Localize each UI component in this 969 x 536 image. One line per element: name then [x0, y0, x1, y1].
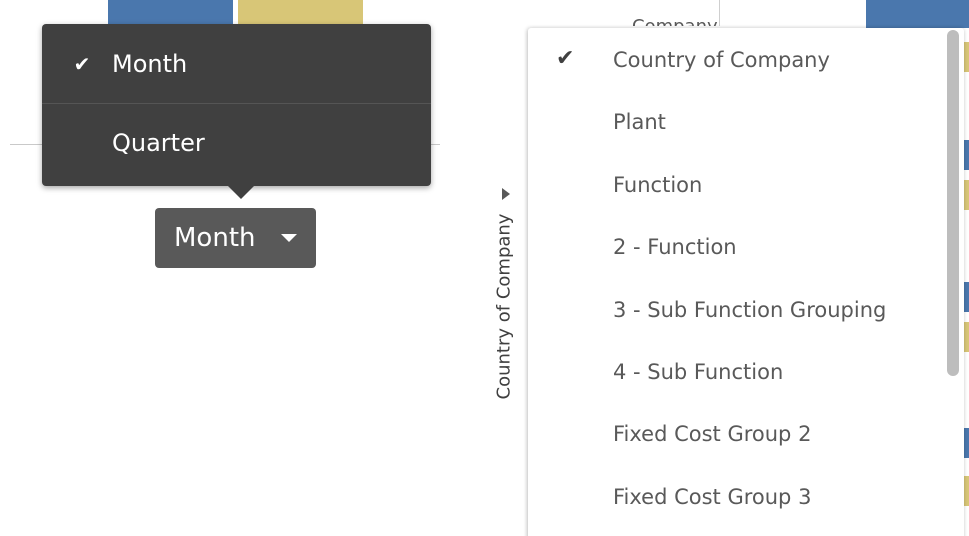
field-option-fixed-cost-group-3[interactable]: Fixed Cost Group 3 [528, 465, 964, 527]
check-icon: ✔ [73, 51, 91, 76]
column-header-partial: Company [632, 14, 718, 26]
chart-bar [866, 0, 969, 28]
dimension-axis-label[interactable]: Country of Company [494, 197, 515, 417]
app-canvas: Company ✔ Month Quarter Month Country of… [0, 0, 969, 536]
field-option-2-function[interactable]: 2 - Function [528, 215, 964, 277]
field-option-4-sub-function[interactable]: 4 - Sub Function [528, 340, 964, 402]
period-option-label: Month [112, 49, 188, 78]
field-option-label: 3 - Sub Function Grouping [613, 297, 887, 322]
field-selector-menu: ✔ Country of Company Plant Function 2 - … [528, 28, 964, 536]
period-option-label: Quarter [112, 129, 205, 157]
field-option-label: Plant [613, 110, 666, 135]
chart-bar [238, 0, 363, 26]
field-option-fixed-cost-group-2[interactable]: Fixed Cost Group 2 [528, 402, 964, 464]
field-option-function[interactable]: Function [528, 153, 964, 215]
field-menu-scrollbar[interactable] [947, 30, 959, 376]
field-option-label: 4 - Sub Function [613, 359, 784, 384]
field-option-label: Fixed Cost Group 3 [613, 484, 812, 509]
menu-pointer-caret [227, 185, 255, 199]
field-option-plant[interactable]: Plant [528, 90, 964, 152]
period-option-quarter[interactable]: Quarter [42, 103, 431, 182]
caret-down-icon [281, 234, 297, 242]
period-dropdown-menu: ✔ Month Quarter [42, 24, 431, 199]
period-select-button[interactable]: Month [155, 208, 316, 268]
chart-bar [108, 0, 233, 26]
field-option-label: 2 - Function [613, 235, 737, 260]
period-option-month[interactable]: ✔ Month [42, 24, 431, 103]
field-option-country-of-company[interactable]: ✔ Country of Company [528, 28, 964, 90]
check-icon: ✔ [556, 46, 575, 71]
column-divider [719, 0, 720, 26]
field-option-label: Function [613, 172, 703, 197]
field-option-label: Country of Company [613, 48, 830, 72]
field-option-label: Fixed Cost Group 2 [613, 422, 812, 447]
field-option-3-sub-function-grouping[interactable]: 3 - Sub Function Grouping [528, 278, 964, 340]
period-select-label: Month [174, 223, 256, 253]
